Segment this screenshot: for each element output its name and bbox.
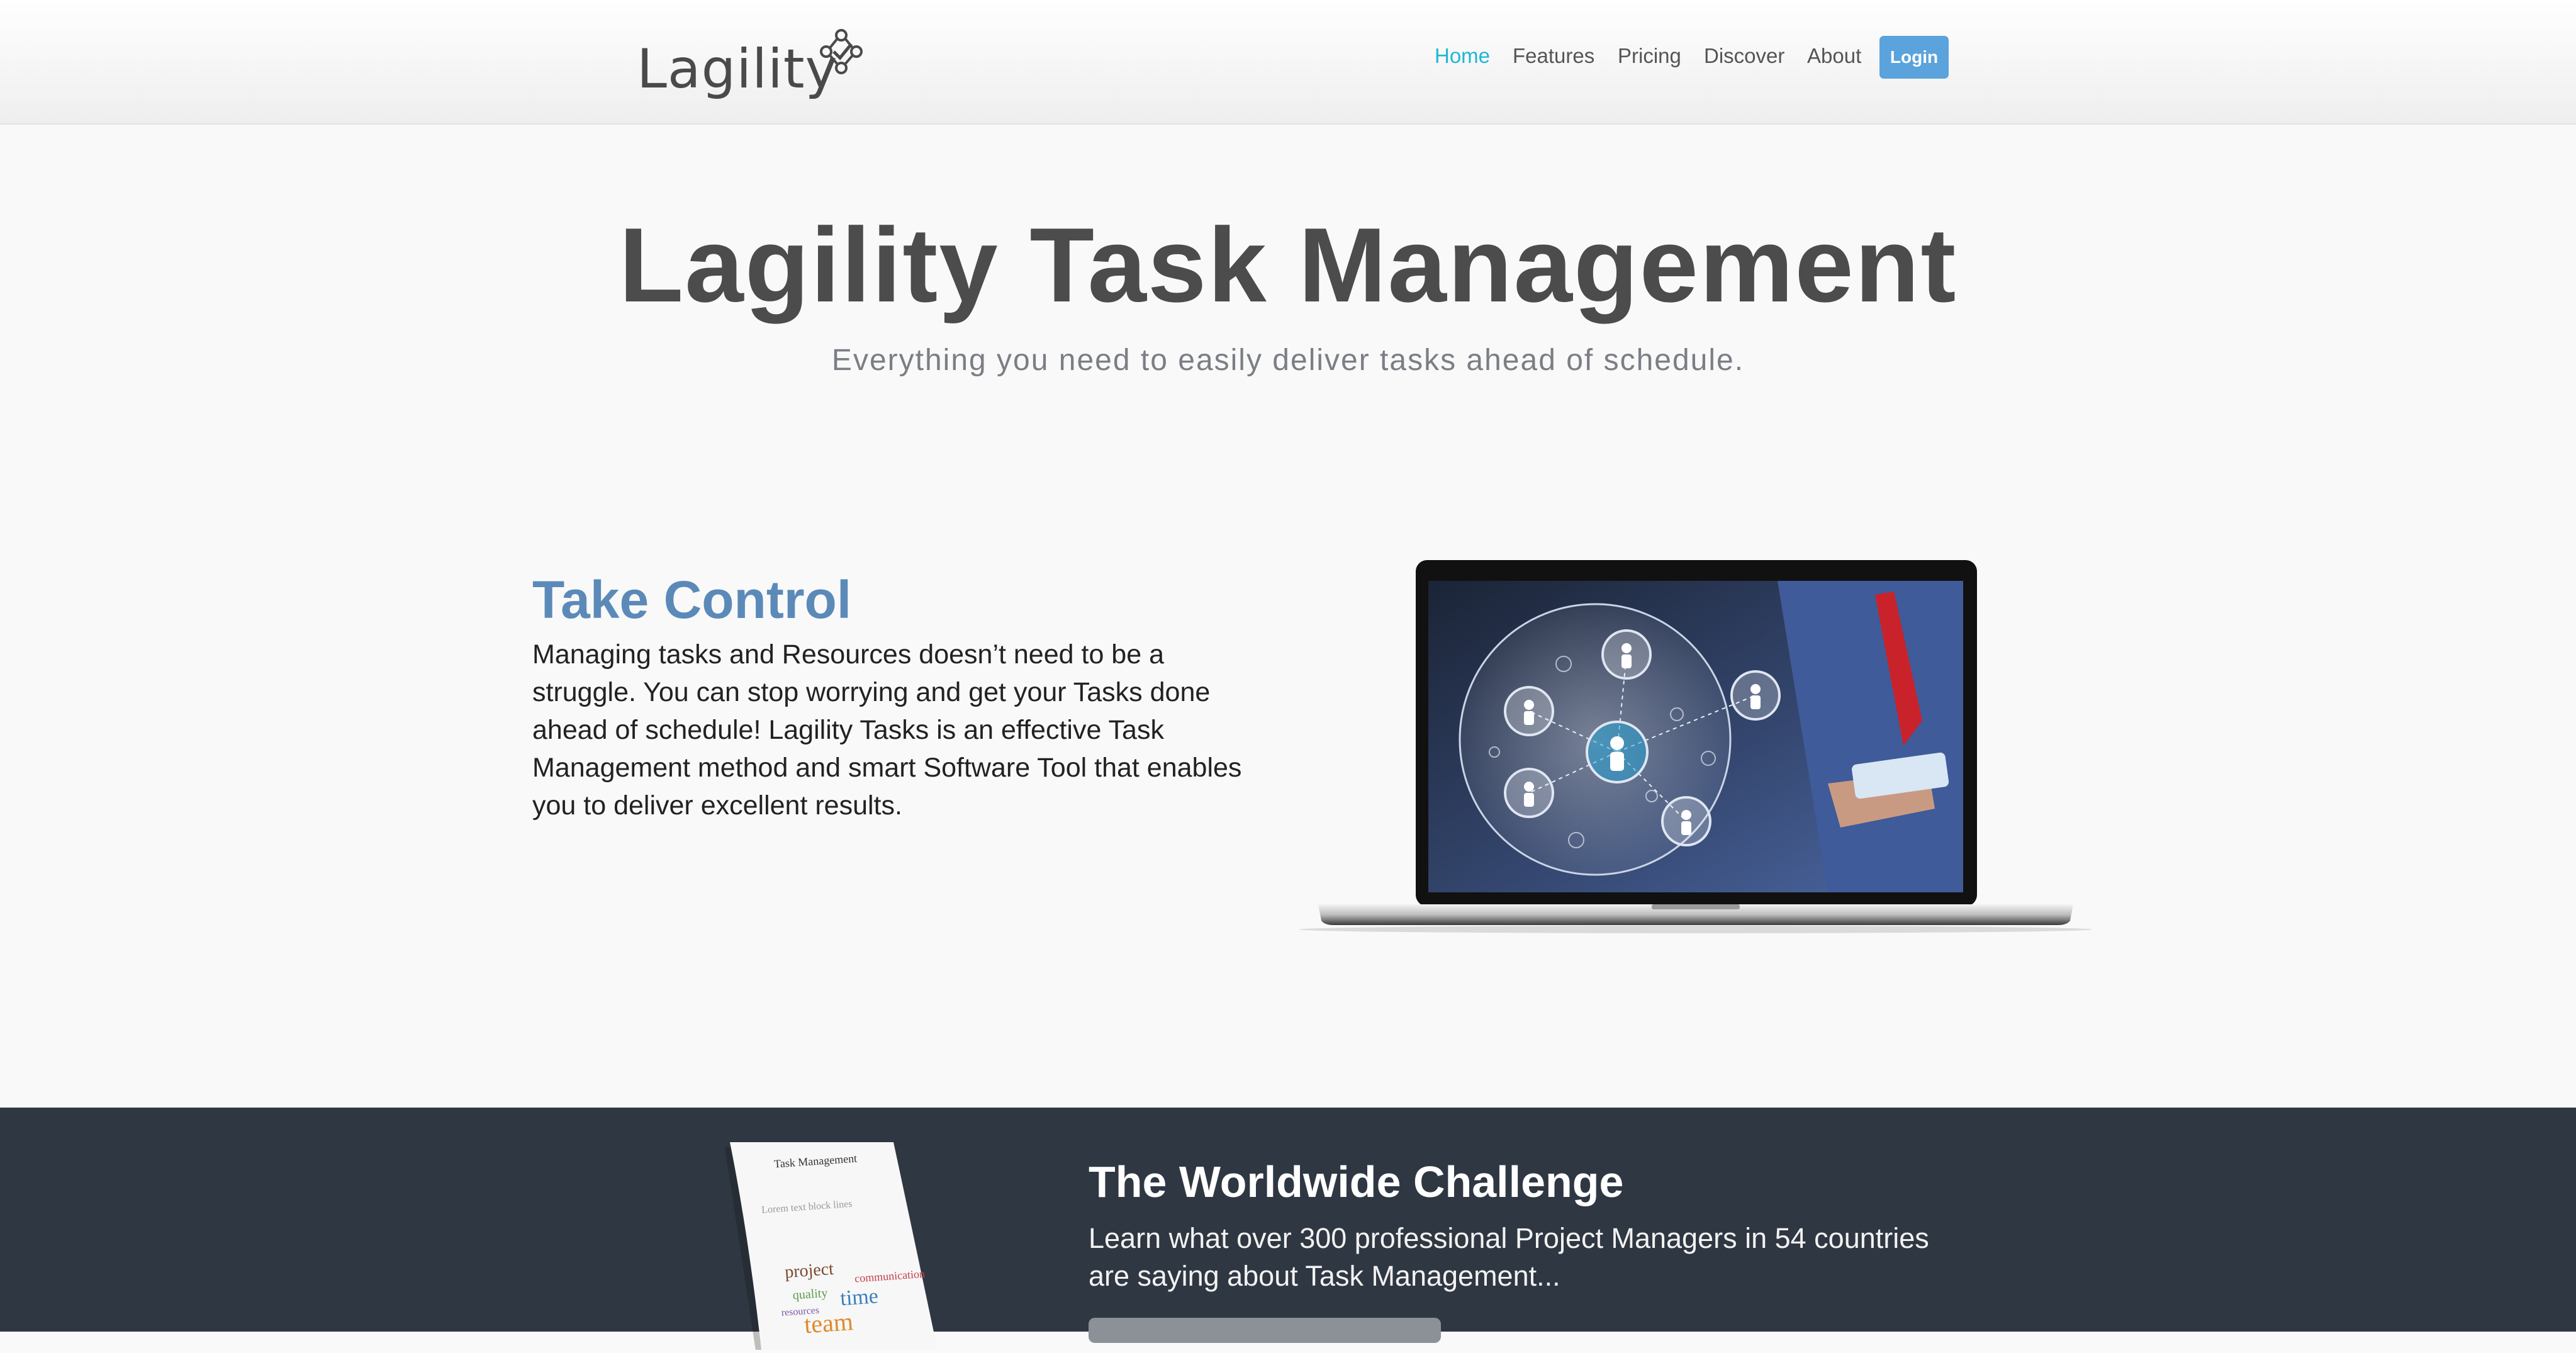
challenge-cta-button[interactable] (1089, 1318, 1441, 1343)
take-control-body: Managing tasks and Resources doesn’t nee… (532, 639, 1242, 821)
nav-discover[interactable]: Discover (1704, 44, 1784, 68)
laptop-image (1299, 560, 2092, 933)
nav-about[interactable]: About (1807, 44, 1861, 68)
nav-pricing[interactable]: Pricing (1618, 44, 1681, 68)
logo-network-icon (820, 29, 863, 74)
svg-text:project: project (784, 1259, 834, 1282)
svg-text:quality: quality (792, 1286, 828, 1303)
logo-text: Lagility (637, 38, 838, 101)
site-header: Lagility Home Features Pricing Discover … (0, 0, 2576, 125)
nav-features[interactable]: Features (1513, 44, 1594, 68)
task-management-document-image: project team time quality communication … (724, 1142, 938, 1353)
login-button[interactable]: Login (1879, 36, 1949, 79)
nav-home[interactable]: Home (1435, 44, 1490, 68)
page-subtitle: Everything you need to easily deliver ta… (831, 344, 1745, 377)
svg-text:time: time (839, 1284, 879, 1310)
lagility-logo[interactable]: Lagility (637, 26, 863, 102)
worldwide-challenge-body: Learn what over 300 professional Project… (1089, 1222, 1929, 1292)
worldwide-challenge-title: The Worldwide Challenge (1089, 1157, 1624, 1206)
page-title: Lagility Task Management (619, 206, 1957, 324)
document-illustration: project team time quality communication … (725, 1142, 938, 1353)
take-control-heading: Take Control (532, 570, 852, 629)
